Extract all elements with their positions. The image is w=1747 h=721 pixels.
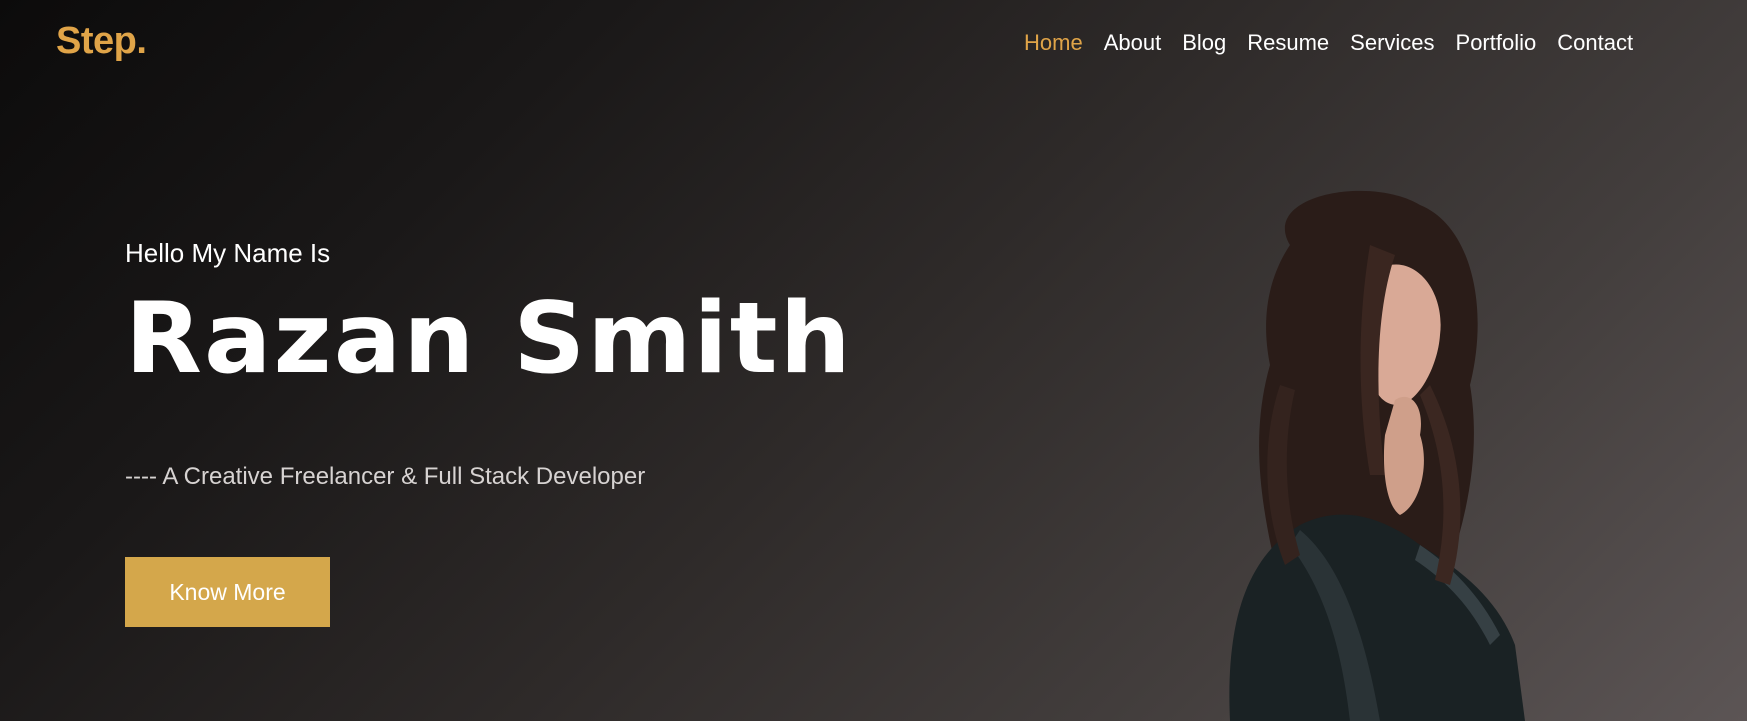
nav-contact[interactable]: Contact: [1557, 30, 1633, 56]
nav-services[interactable]: Services: [1350, 30, 1434, 56]
site-logo[interactable]: Step.: [56, 20, 147, 63]
know-more-button[interactable]: Know More: [125, 557, 330, 627]
nav-blog[interactable]: Blog: [1182, 30, 1226, 56]
hero-greeting: Hello My Name Is: [125, 238, 331, 268]
hero-intro: Hello My Name Is: [125, 238, 330, 269]
nav-resume[interactable]: Resume: [1247, 30, 1329, 56]
nav-home[interactable]: Home: [1024, 30, 1083, 56]
nav-portfolio[interactable]: Portfolio: [1456, 30, 1537, 56]
hero-name: Razan Smith: [125, 282, 853, 396]
hero-portrait-image: [1229, 190, 1525, 721]
nav-about[interactable]: About: [1104, 30, 1162, 56]
main-nav: Home About Blog Resume Services Portfoli…: [1024, 30, 1654, 56]
hero-tagline: ---- A Creative Freelancer & Full Stack …: [125, 463, 646, 490]
